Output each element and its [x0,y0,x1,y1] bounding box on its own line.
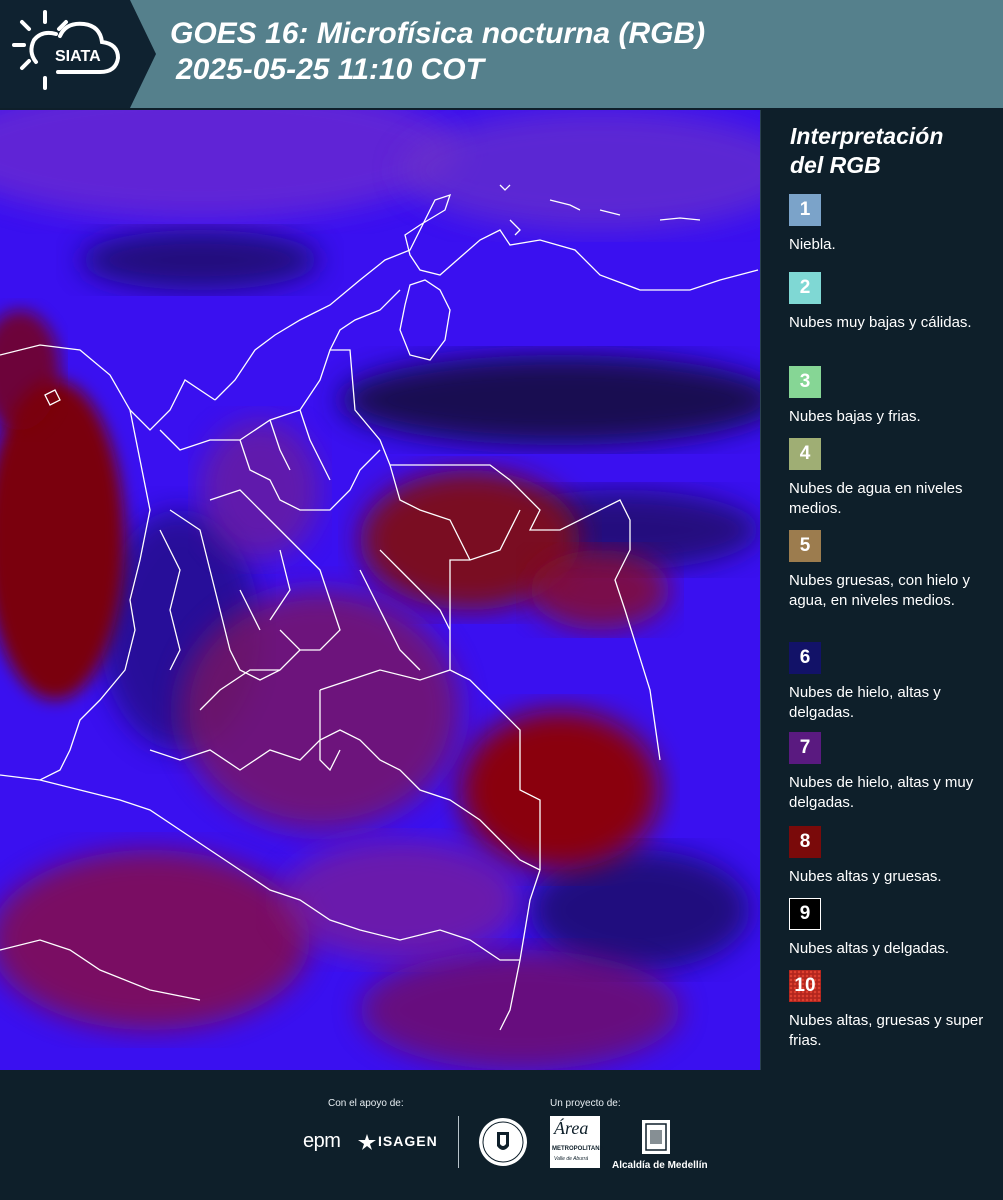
area-metropolitana-logo: Área METROPOLITANA Valle de Aburrá [550,1116,604,1168]
alcaldia-shield-icon [642,1120,670,1154]
legend-item-6: 6 Nubes de hielo, altas y delgadas. [789,642,995,723]
legend-swatch-2: 2 [789,272,821,304]
legend-item-1: 1 Niebla. [789,194,995,255]
legend-swatch-8: 8 [789,826,821,858]
legend-title: Interpretación del RGB [790,123,944,178]
legend-label-10: Nubes altas, gruesas y super frias. [789,1012,984,1049]
legend-swatch-10: 10 [789,970,821,1002]
legend-item-9: 9 Nubes altas y delgadas. [789,898,995,959]
siata-logo: SIATA [0,0,130,108]
legend-item-2: 2 Nubes muy bajas y cálidas. [789,272,995,333]
project-caption: Un proyecto de: [550,1098,621,1109]
epm-logo: epm [303,1130,341,1152]
legend-label-4: Nubes de agua en niveles medios. [789,480,963,517]
legend-label-7: Nubes de hielo, altas y muy delgadas. [789,774,974,811]
isagen-logo: ISAGEN [378,1133,438,1149]
header-bar: SIATA GOES 16: Microfísica nocturna (RGB… [0,0,1003,108]
legend-swatch-7: 7 [789,732,821,764]
medellin-seal-icon [479,1118,527,1166]
legend-item-8: 8 Nubes altas y gruesas. [789,826,995,887]
title-line-2: 2025-05-25 11:10 COT [176,53,484,86]
satellite-image [0,110,760,1070]
legend-swatch-3: 3 [789,366,821,398]
legend-swatch-1: 1 [789,194,821,226]
legend-label-2: Nubes muy bajas y cálidas. [789,314,972,331]
svg-text:SIATA: SIATA [55,48,101,65]
legend-item-5: 5 Nubes gruesas, con hielo y agua, en ni… [789,530,995,611]
support-caption: Con el apoyo de: [328,1098,404,1109]
legend-label-3: Nubes bajas y frias. [789,408,921,425]
satellite-map[interactable] [0,110,760,1070]
legend-label-8: Nubes altas y gruesas. [789,868,942,885]
legend-swatch-5: 5 [789,530,821,562]
legend-item-7: 7 Nubes de hielo, altas y muy delgadas. [789,732,995,813]
page-title: GOES 16: Microfísica nocturna (RGB) 2025… [170,16,705,88]
legend-swatch-6: 6 [789,642,821,674]
legend-label-6: Nubes de hielo, altas y delgadas. [789,684,941,721]
title-line-1: GOES 16: Microfísica nocturna (RGB) [170,17,706,50]
legend-item-10: 10 Nubes altas, gruesas y super frias. [789,970,995,1051]
legend-swatch-4: 4 [789,438,821,470]
legend-item-3: 3 Nubes bajas y frias. [789,366,995,427]
legend-item-4: 4 Nubes de agua en niveles medios. [789,438,995,519]
rgb-legend: Interpretación del RGB 1 Niebla. 2 Nubes… [760,110,1003,1070]
siata-sun-cloud-icon: SIATA [12,10,121,90]
alcaldia-logo: Alcaldía de Medellín [612,1160,708,1171]
isagen-star-icon [358,1134,376,1150]
legend-label-9: Nubes altas y delgadas. [789,940,950,957]
footer: Con el apoyo de: Un proyecto de: epm ISA… [0,1070,1003,1200]
legend-swatch-9: 9 [789,898,821,930]
logo-arrow-shape [130,0,156,108]
legend-label-5: Nubes gruesas, con hielo y agua, en nive… [789,572,970,609]
legend-label-1: Niebla. [789,236,836,253]
footer-divider [458,1116,459,1168]
